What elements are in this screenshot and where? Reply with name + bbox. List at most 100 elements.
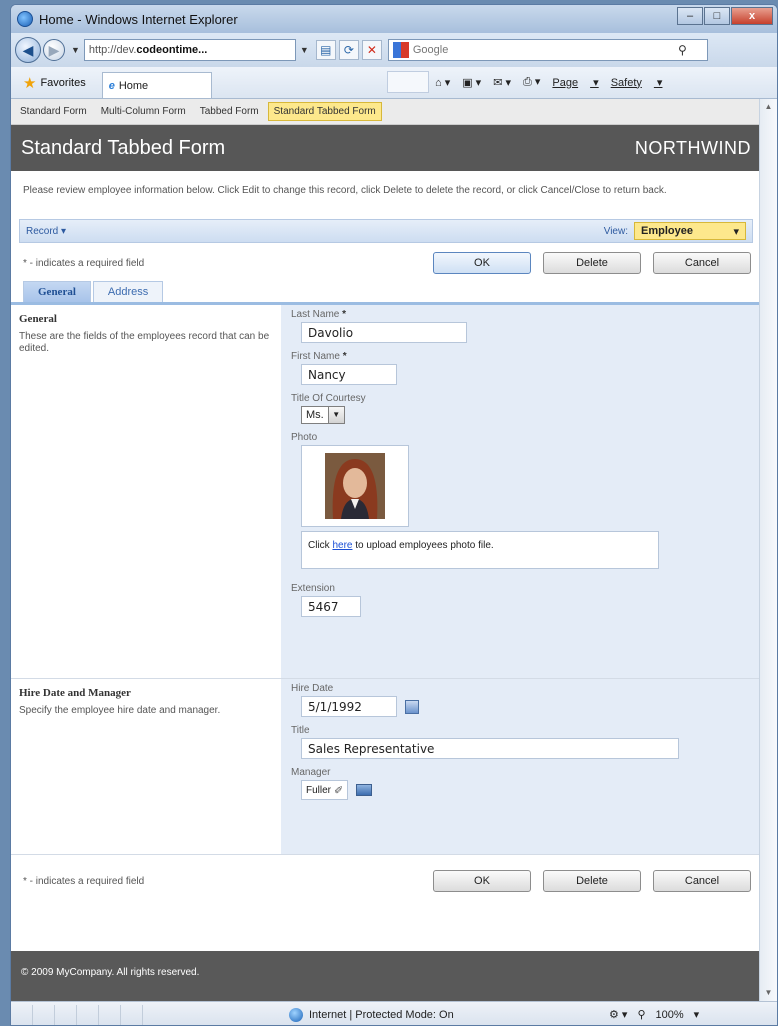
photo-upload-box: Click here to upload employees photo fil… bbox=[301, 531, 659, 569]
page-menu[interactable]: Page ▾ bbox=[552, 76, 598, 89]
first-name-field[interactable]: Nancy bbox=[301, 364, 397, 385]
title-field[interactable]: Sales Representative bbox=[301, 738, 679, 759]
intro-text: Please review employee information below… bbox=[23, 185, 667, 196]
ok-button-bottom[interactable]: OK bbox=[433, 870, 531, 892]
record-menu[interactable]: Record ▾ bbox=[26, 226, 66, 237]
compatibility-icon[interactable]: ▤ bbox=[315, 40, 336, 60]
google-logo-icon bbox=[392, 42, 409, 58]
cancel-button[interactable]: Cancel bbox=[653, 252, 751, 274]
status-segment bbox=[121, 1004, 143, 1025]
zoom-control[interactable]: ⚙ ▾ ⚲ 100% ▾ bbox=[609, 1008, 709, 1022]
star-icon: ★ bbox=[23, 74, 37, 92]
print-icon[interactable]: ⎙ ▾ bbox=[523, 75, 540, 89]
ie-page-icon: e bbox=[108, 79, 115, 92]
window-title: Home - Windows Internet Explorer bbox=[39, 11, 238, 27]
security-zone[interactable]: Internet | Protected Mode: On bbox=[289, 1007, 454, 1022]
feeds-icon[interactable]: ▣ ▾ bbox=[462, 76, 481, 89]
tab-multi-column-form[interactable]: Multi-Column Form bbox=[96, 103, 191, 120]
scroll-down-icon[interactable]: ▼ bbox=[760, 985, 777, 1001]
stop-icon[interactable]: ✕ bbox=[361, 40, 382, 60]
status-segment bbox=[99, 1004, 121, 1025]
page-footer: © 2009 MyCompany. All rights reserved. bbox=[11, 951, 761, 1001]
command-bar: ⌂ ▾ ▣ ▾ ✉ ▾ ⎙ ▾ Page ▾ Safety ▾ bbox=[387, 71, 674, 93]
page-banner: Standard Tabbed Form NORTHWIND bbox=[11, 125, 761, 171]
tab-general[interactable]: General bbox=[23, 281, 91, 302]
clear-icon[interactable]: ✐ bbox=[334, 784, 343, 797]
upload-link[interactable]: here bbox=[332, 540, 352, 551]
delete-button-bottom[interactable]: Delete bbox=[543, 870, 641, 892]
forward-button[interactable]: ▶ bbox=[43, 39, 65, 61]
last-name-label-text: Last Name bbox=[291, 309, 340, 320]
navigation-bar: ◀ ▶ ▼ http://dev. codeontime... ▼ ▤ ⟳ ✕ G… bbox=[11, 33, 777, 67]
upload-text-pre: Click bbox=[308, 540, 330, 551]
lookup-icon[interactable] bbox=[356, 784, 373, 796]
history-dropdown-icon[interactable]: ▼ bbox=[71, 45, 80, 55]
calendar-icon[interactable] bbox=[405, 699, 419, 714]
chevron-down-icon[interactable]: ▾ bbox=[694, 1008, 700, 1021]
mail-icon[interactable]: ✉ ▾ bbox=[493, 76, 511, 89]
status-segment bbox=[11, 1004, 33, 1025]
url-domain: codeontime... bbox=[136, 44, 208, 56]
scroll-up-icon[interactable]: ▲ bbox=[760, 99, 777, 115]
cancel-button-bottom[interactable]: Cancel bbox=[653, 870, 751, 892]
courtesy-select[interactable]: Ms. ▼ bbox=[301, 406, 761, 424]
extension-label: Extension bbox=[291, 583, 335, 594]
form-type-tabs: Standard Form Multi-Column Form Tabbed F… bbox=[11, 99, 761, 125]
extension-field[interactable]: 5467 bbox=[301, 596, 361, 617]
refresh-icon[interactable]: ⟳ bbox=[338, 40, 359, 60]
zoom-level: 100% bbox=[655, 1008, 684, 1021]
tab-tabbed-form[interactable]: Tabbed Form bbox=[195, 103, 264, 120]
maximize-button[interactable]: □ bbox=[704, 7, 730, 25]
tab-address[interactable]: Address bbox=[92, 281, 164, 302]
status-segment bbox=[55, 1004, 77, 1025]
url-prefix: http://dev. bbox=[88, 44, 137, 56]
brand-name: NORTHWIND bbox=[634, 137, 751, 158]
safety-menu-label: Safety bbox=[610, 76, 642, 89]
tab-standard-tabbed-form[interactable]: Standard Tabbed Form bbox=[267, 102, 382, 121]
favorites-bar: ★ Favorites e Home ⌂ ▾ ▣ ▾ ✉ ▾ ⎙ ▾ Page … bbox=[11, 67, 777, 99]
chevron-down-icon: ▼ bbox=[328, 406, 345, 424]
minimize-button[interactable]: – bbox=[677, 7, 703, 25]
status-segment bbox=[33, 1004, 55, 1025]
required-note-bottom: * - indicates a required field bbox=[23, 875, 145, 887]
ok-button[interactable]: OK bbox=[433, 252, 531, 274]
view-label: View: bbox=[603, 225, 628, 237]
search-box[interactable]: Google ⚲ bbox=[387, 39, 708, 61]
safety-menu[interactable]: Safety ▾ bbox=[611, 76, 663, 89]
first-name-label-text: First Name bbox=[291, 351, 340, 362]
browser-tab-home[interactable]: e Home bbox=[101, 72, 212, 98]
content-tabs: General Address bbox=[11, 281, 761, 305]
manager-field[interactable]: Fuller ✐ bbox=[301, 780, 349, 800]
courtesy-value: Ms. bbox=[301, 406, 329, 424]
title-label: Title bbox=[291, 725, 310, 736]
portrait-image bbox=[325, 453, 385, 519]
address-bar[interactable]: http://dev. codeontime... bbox=[83, 39, 296, 61]
back-button[interactable]: ◀ bbox=[15, 37, 41, 63]
address-dropdown-icon[interactable]: ▼ bbox=[300, 45, 309, 55]
ie-logo-icon bbox=[17, 11, 33, 27]
favorites-button[interactable]: ★ Favorites bbox=[15, 71, 94, 95]
view-selector[interactable]: Employee ▾ bbox=[634, 222, 746, 240]
manager-lookup: Fuller ✐ bbox=[301, 780, 761, 800]
manager-value: Fuller bbox=[306, 784, 332, 796]
globe-icon bbox=[289, 1007, 303, 1022]
hire-description: Specify the employee hire date and manag… bbox=[19, 705, 221, 716]
home-icon[interactable]: ⌂ ▾ bbox=[435, 76, 450, 89]
vertical-scrollbar[interactable]: ▲ ▼ bbox=[759, 99, 777, 1001]
tab-label: Home bbox=[118, 79, 149, 92]
action-row-bottom: * - indicates a required field OK Delete… bbox=[11, 855, 761, 907]
hire-date-field[interactable]: 5/1/1992 bbox=[301, 696, 397, 717]
zoom-icon: ⚲ bbox=[637, 1009, 646, 1021]
chevron-down-icon: ▾ bbox=[733, 225, 739, 238]
view-value: Employee bbox=[641, 225, 693, 237]
protected-mode-icon[interactable]: ⚙ ▾ bbox=[609, 1008, 627, 1021]
new-tab-button[interactable] bbox=[387, 71, 429, 93]
status-segment bbox=[77, 1004, 99, 1025]
delete-button[interactable]: Delete bbox=[543, 252, 641, 274]
search-icon[interactable]: ⚲ bbox=[678, 43, 687, 57]
last-name-field[interactable]: Davolio bbox=[301, 322, 467, 343]
close-window-button[interactable]: x bbox=[731, 7, 773, 25]
tab-standard-form[interactable]: Standard Form bbox=[15, 103, 92, 120]
hire-date-label: Hire Date bbox=[291, 683, 334, 694]
required-note: * - indicates a required field bbox=[23, 257, 145, 269]
